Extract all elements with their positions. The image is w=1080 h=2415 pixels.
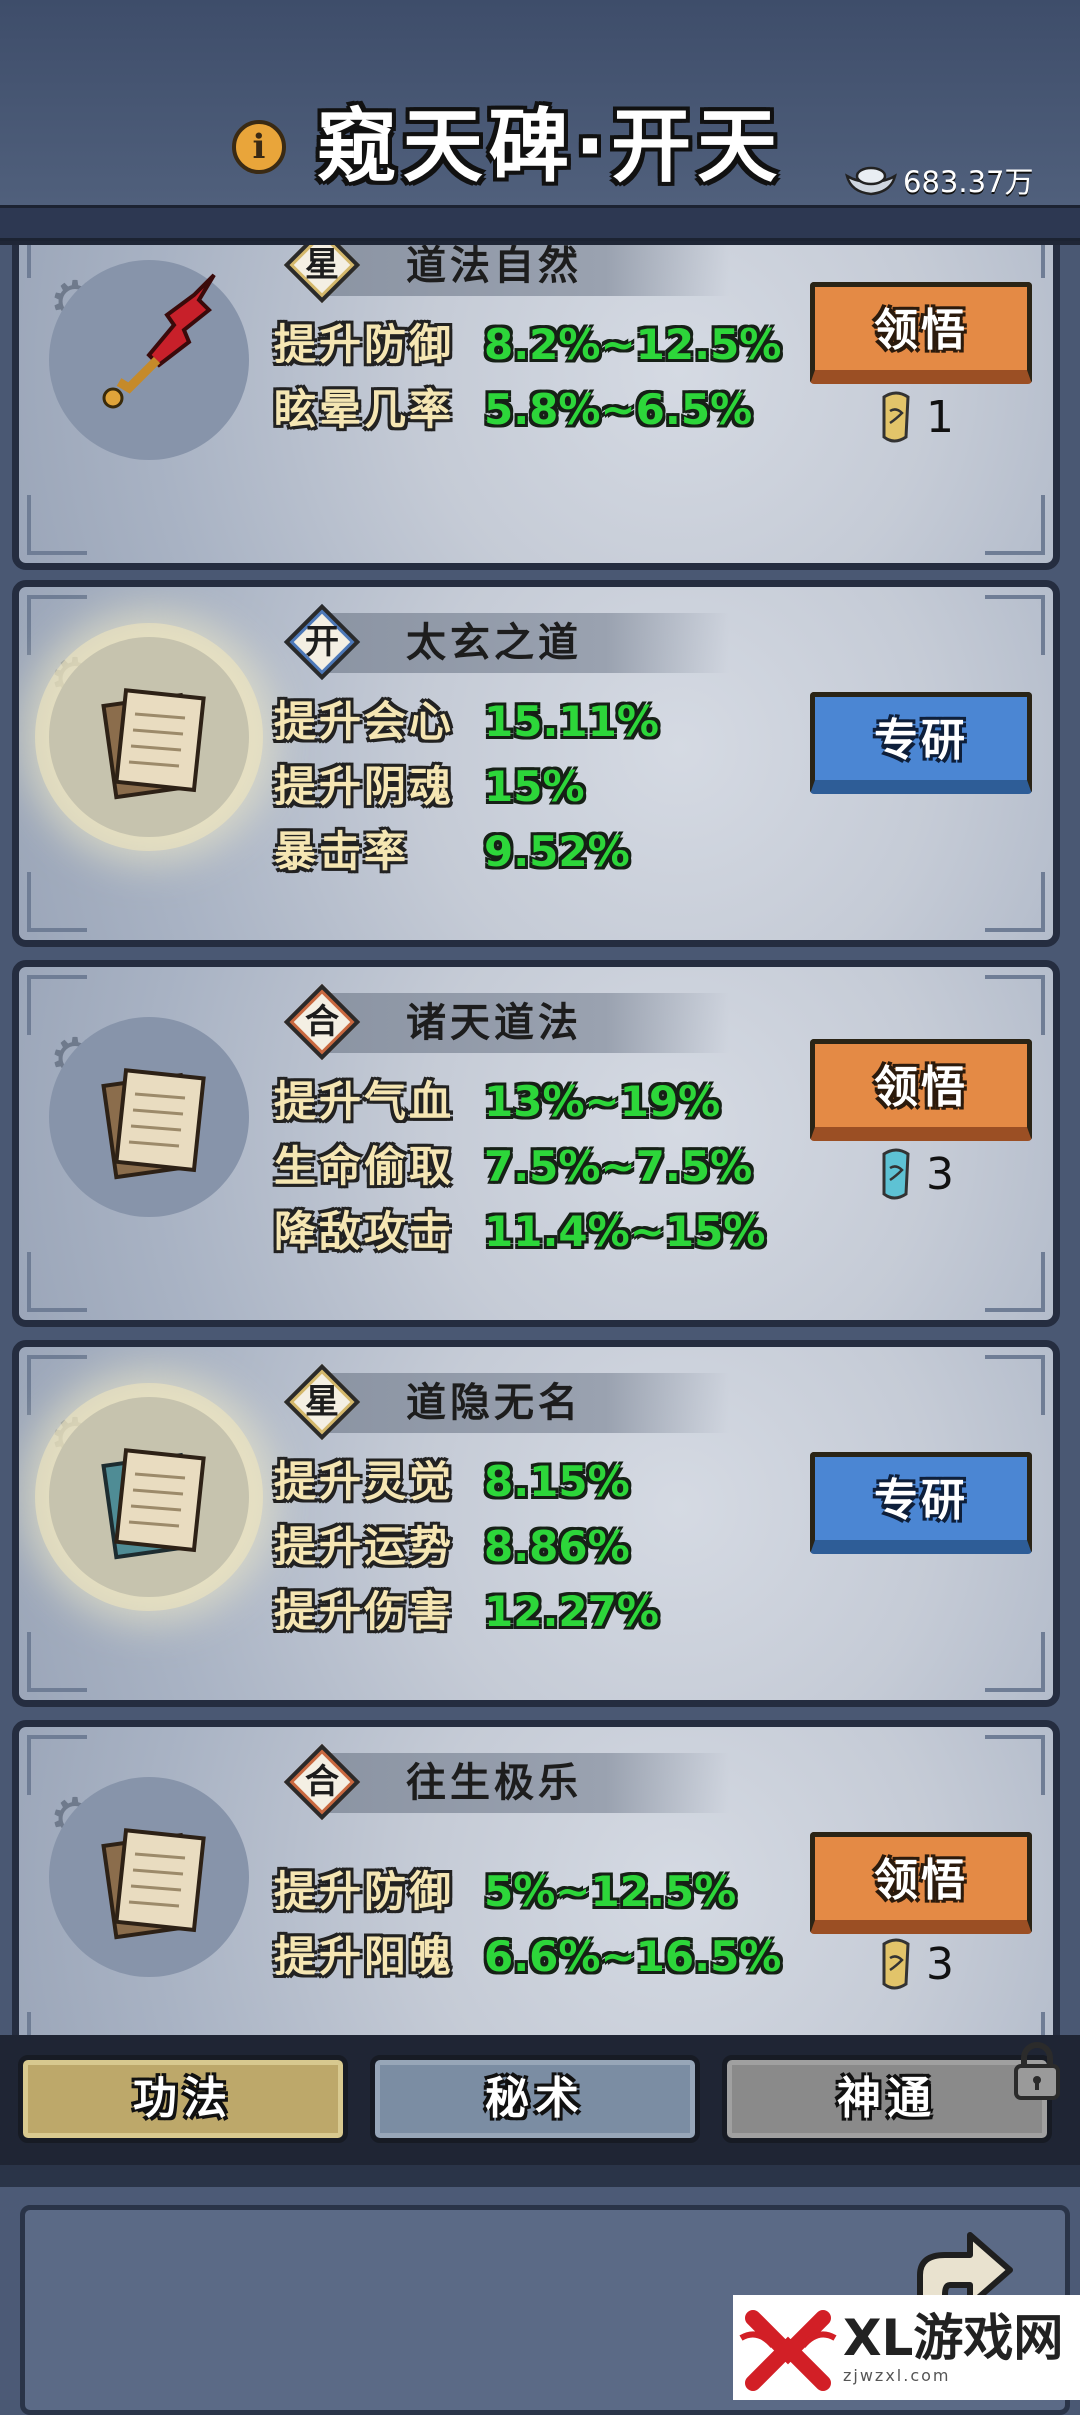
cost-value: 3 [926, 1938, 954, 1990]
stat-row: 暴击率 9.52% [274, 827, 630, 876]
yellow-scroll-icon [882, 391, 910, 443]
red-sword-icon [102, 273, 216, 409]
currency-value: 683.37万 [903, 165, 1034, 199]
tab-bar: 功法 秘术 神通 [0, 2035, 1080, 2165]
stat-row: 提升伤害 12.27% [274, 1587, 659, 1636]
technique-card: ⚙ 开 太玄之道 提升会心15.11% 提升阴魂15% 暴击率9.52% 专研 [12, 580, 1060, 947]
scroll-pages-icon [101, 1828, 206, 1940]
stat-row: 提升防御 5%~12.5% [274, 1867, 737, 1916]
header-rail [0, 205, 1080, 241]
tab-gongfa[interactable]: 功法 [18, 2055, 348, 2143]
stat-row: 生命偷取 7.5%~7.5% [274, 1142, 753, 1191]
yellow-scroll-icon [882, 1938, 910, 1990]
page-title: 窥天碑·开天 [316, 100, 784, 193]
research-button[interactable]: 专研 [810, 692, 1032, 794]
blue-scroll-icon [882, 1148, 910, 1200]
technique-name: 太玄之道 [406, 620, 582, 666]
cost-value: 1 [926, 391, 954, 443]
technique-name: 往生极乐 [406, 1760, 582, 1806]
stat-row: 提升运势 8.86% [274, 1522, 630, 1571]
stat-row: 眩晕几率 5.8%~6.5% [274, 385, 753, 434]
watermark: XL游戏网 zjwzxl.com [733, 2295, 1080, 2400]
stat-row: 提升阴魂 15% [274, 762, 585, 811]
cost-display: 1 [876, 385, 954, 449]
cost-value: 3 [926, 1148, 954, 1200]
scroll-pages-icon [101, 688, 206, 800]
watermark-url: zjwzxl.com [843, 2366, 951, 2385]
research-button[interactable]: 专研 [810, 1452, 1032, 1554]
tab-mishu[interactable]: 秘术 [370, 2055, 700, 2143]
scroll-pages-icon [101, 1068, 206, 1180]
stat-row: 提升灵觉 8.15% [274, 1457, 630, 1506]
stat-row: 提升防御 8.2%~12.5% [274, 320, 782, 369]
scroll-pages-icon [101, 1448, 206, 1560]
info-icon[interactable]: i [232, 120, 286, 174]
stat-row: 降敌攻击 11.4%~15% [274, 1207, 766, 1256]
comprehend-button[interactable]: 领悟 [810, 1039, 1032, 1141]
xl-logo-icon [739, 2309, 837, 2391]
stat-row: 提升阳魄 6.6%~16.5% [274, 1932, 782, 1981]
technique-card: ⚙ 合 往生极乐 提升防御5%~12.5% 提升阳魄6.6%~16.5% 领悟 … [12, 1720, 1060, 2035]
technique-list[interactable]: ⚙ 星 道法自然 提升防御8.2%~12.5% 眩晕几率5.8%~6.5% 领悟… [0, 245, 1080, 2035]
stat-row: 提升会心 15.11% [274, 697, 659, 746]
cost-display: 3 [876, 1142, 954, 1206]
lock-icon [1014, 2042, 1060, 2100]
watermark-brand: XL游戏网 [843, 2309, 1064, 2367]
technique-card: ⚙ 合 诸天道法 提升气血13%~19% 生命偷取7.5%~7.5% 降敌攻击1… [12, 960, 1060, 1327]
technique-name: 诸天道法 [406, 1000, 582, 1046]
technique-name: 道隐无名 [406, 1380, 582, 1426]
cost-display: 3 [876, 1932, 954, 1996]
comprehend-button[interactable]: 领悟 [810, 1832, 1032, 1934]
currency-display: 683.37万 [845, 155, 1033, 205]
silver-ingot-icon [845, 166, 897, 196]
stat-row: 提升气血 13%~19% [274, 1077, 721, 1126]
header: i 窥天碑·开天 683.37万 [0, 0, 1080, 245]
technique-card: ⚙ 星 道法自然 提升防御8.2%~12.5% 眩晕几率5.8%~6.5% 领悟… [12, 245, 1060, 570]
tab-shentong[interactable]: 神通 [722, 2055, 1052, 2143]
technique-card: ⚙ 星 道隐无名 提升灵觉8.15% 提升运势8.86% 提升伤害12.27% … [12, 1340, 1060, 1707]
comprehend-button[interactable]: 领悟 [810, 282, 1032, 384]
technique-name: 道法自然 [406, 245, 582, 289]
